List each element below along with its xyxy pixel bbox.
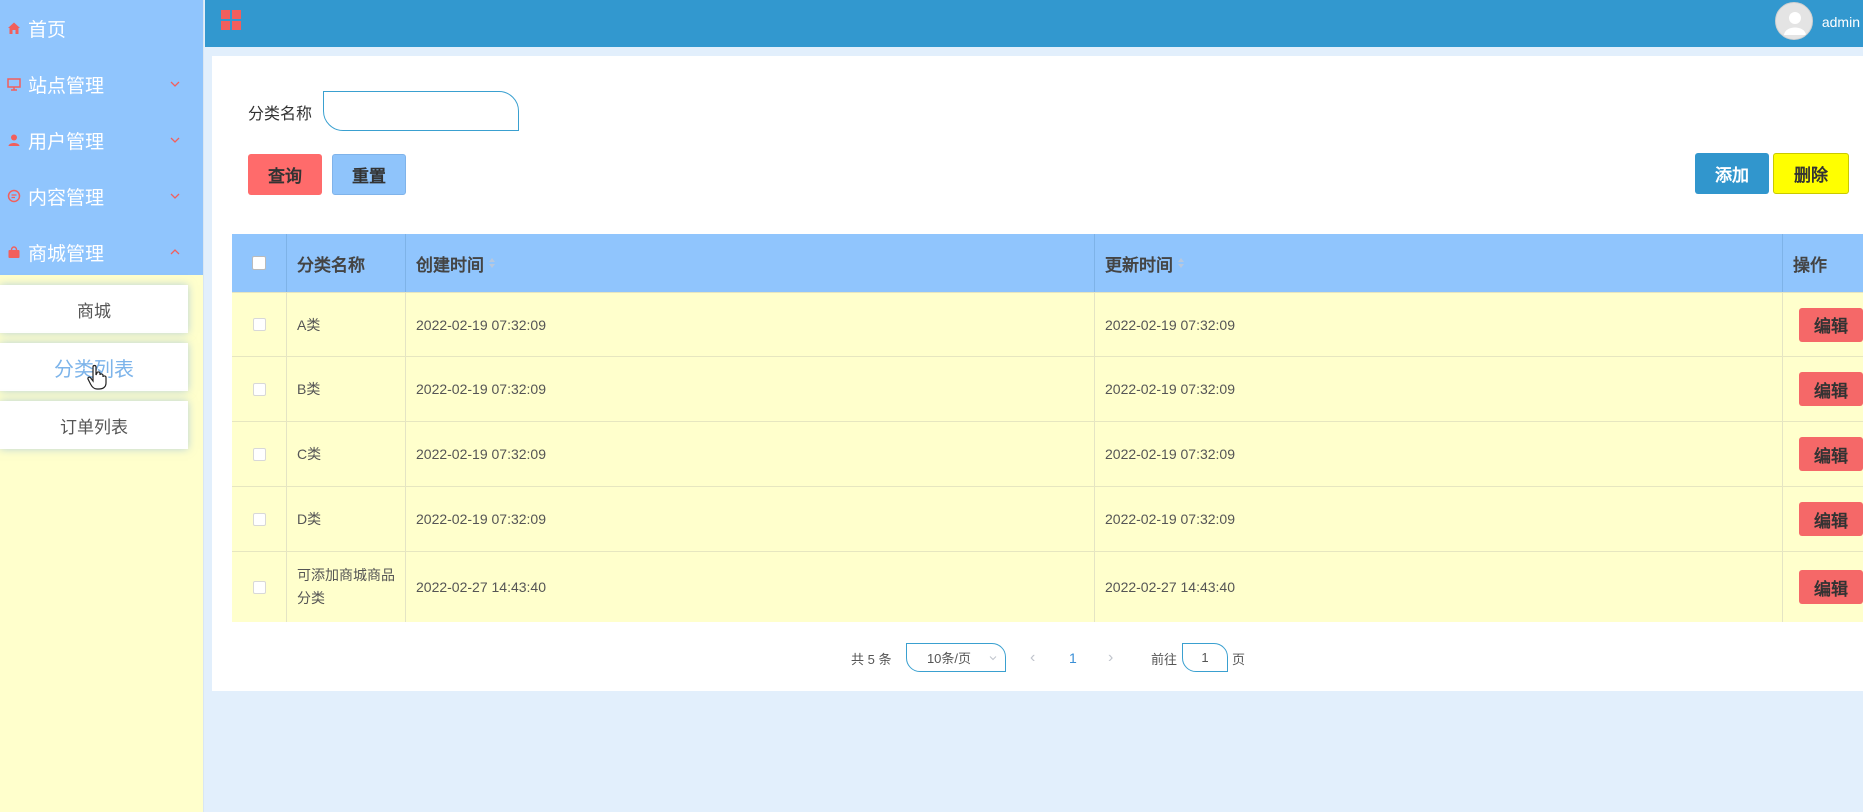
- edit-button[interactable]: 编辑: [1799, 570, 1863, 604]
- row-check-cell: [232, 422, 287, 486]
- select-all-checkbox[interactable]: [252, 256, 266, 270]
- hand-cursor-icon: [87, 364, 107, 390]
- cell-updated: 2022-02-19 07:32:09: [1095, 422, 1783, 486]
- cell-created: 2022-02-19 07:32:09: [406, 357, 1095, 421]
- edit-button[interactable]: 编辑: [1799, 307, 1863, 342]
- table-row: A类 2022-02-19 07:32:09 2022-02-19 07:32:…: [232, 292, 1863, 356]
- goto-page-input[interactable]: 1: [1182, 643, 1228, 672]
- edit-button[interactable]: 编辑: [1799, 502, 1863, 536]
- cell-op: 编辑: [1783, 422, 1863, 486]
- row-checkbox[interactable]: [252, 318, 266, 331]
- row-check-cell: [232, 357, 287, 421]
- table-row: C类 2022-02-19 07:32:09 2022-02-19 07:32:…: [232, 421, 1863, 486]
- goto-label: 前往: [1151, 651, 1178, 667]
- chevron-up-icon: [170, 249, 180, 255]
- user-icon: [6, 132, 22, 148]
- cell-op: 编辑: [1783, 293, 1863, 356]
- row-check-cell: [232, 293, 287, 356]
- sidebar-item-mall[interactable]: 商城管理: [0, 224, 203, 280]
- chevron-down-icon: [170, 193, 180, 199]
- row-checkbox[interactable]: [252, 447, 266, 461]
- edit-button[interactable]: 编辑: [1799, 437, 1863, 471]
- chevron-down-icon: [170, 137, 180, 143]
- page-number[interactable]: 1: [1069, 643, 1077, 673]
- chevron-down-icon: [170, 81, 180, 87]
- cell-updated: 2022-02-19 07:32:09: [1095, 487, 1783, 551]
- table-row: 可添加商城商品分类 2022-02-27 14:43:40 2022-02-27…: [232, 551, 1863, 622]
- column-header-created[interactable]: 创建时间: [406, 234, 1095, 292]
- page-size-value: 10条/页: [926, 651, 972, 666]
- cell-updated: 2022-02-27 14:43:40: [1095, 552, 1783, 622]
- sidebar-item-site[interactable]: 站点管理: [0, 56, 203, 112]
- column-header-label: 创建时间: [416, 255, 484, 275]
- page-suffix: 页: [1232, 651, 1246, 667]
- column-header-name: 分类名称: [287, 234, 406, 292]
- cell-name: D类: [287, 487, 406, 551]
- sort-icon[interactable]: [488, 257, 496, 269]
- bag-icon: [6, 244, 22, 260]
- mall-submenu: 商城 分类列表 订单列表: [0, 275, 203, 449]
- cell-op: 编辑: [1783, 552, 1863, 622]
- cell-created: 2022-02-27 14:43:40: [406, 552, 1095, 622]
- chevron-down-icon: [989, 656, 997, 661]
- reset-button[interactable]: 重置: [332, 154, 406, 195]
- add-button[interactable]: 添加: [1695, 153, 1769, 194]
- cell-name: A类: [287, 293, 406, 356]
- sidebar-item-label: 首页: [28, 19, 67, 41]
- home-icon: [6, 20, 22, 36]
- table-row: B类 2022-02-19 07:32:09 2022-02-19 07:32:…: [232, 356, 1863, 421]
- cell-created: 2022-02-19 07:32:09: [406, 487, 1095, 551]
- top-header: admin: [205, 0, 1863, 47]
- column-header-op: 操作: [1793, 255, 1827, 275]
- column-header-label: 更新时间: [1105, 255, 1173, 275]
- sidebar: 首页 站点管理 用户管理 内容管理 商城管理 商城 订单列表: [0, 0, 204, 812]
- cell-name: B类: [287, 357, 406, 421]
- edit-button[interactable]: 编辑: [1799, 372, 1863, 406]
- row-check-cell: [232, 552, 287, 622]
- table-header: 分类名称 创建时间 更新时间 操作: [232, 234, 1863, 292]
- sidebar-item-home[interactable]: 首页: [0, 0, 203, 56]
- row-checkbox[interactable]: [252, 580, 266, 594]
- row-checkbox[interactable]: [252, 382, 266, 396]
- row-check-cell: [232, 487, 287, 551]
- prev-page-button[interactable]: ‹: [1030, 643, 1035, 673]
- sidebar-item-label: 商城管理: [28, 243, 105, 265]
- cell-created: 2022-02-19 07:32:09: [406, 422, 1095, 486]
- table-row: D类 2022-02-19 07:32:09 2022-02-19 07:32:…: [232, 486, 1863, 551]
- message-icon: [6, 188, 22, 204]
- submenu-item-order-list[interactable]: 订单列表: [0, 401, 188, 449]
- sort-icon[interactable]: [1177, 257, 1185, 269]
- row-checkbox[interactable]: [252, 512, 266, 526]
- submenu-item-mall[interactable]: 商城: [0, 285, 188, 333]
- delete-button[interactable]: 删除: [1773, 153, 1849, 194]
- header-check-cell: [232, 234, 287, 292]
- username[interactable]: admin: [1822, 14, 1860, 30]
- cell-name: C类: [287, 422, 406, 486]
- cell-name: 可添加商城商品分类: [287, 552, 406, 622]
- cell-op: 编辑: [1783, 357, 1863, 421]
- sidebar-item-label: 用户管理: [28, 131, 105, 153]
- query-button[interactable]: 查询: [248, 154, 322, 195]
- sidebar-item-label: 内容管理: [28, 187, 105, 209]
- cell-updated: 2022-02-19 07:32:09: [1095, 357, 1783, 421]
- cell-created: 2022-02-19 07:32:09: [406, 293, 1095, 356]
- next-page-button[interactable]: ›: [1108, 643, 1113, 673]
- category-table: 分类名称 创建时间 更新时间 操作 A类 2022-02-19 07:32:09…: [232, 234, 1863, 622]
- sidebar-item-label: 站点管理: [28, 75, 105, 97]
- menu-grid-icon[interactable]: [220, 9, 242, 31]
- avatar[interactable]: [1775, 2, 1813, 40]
- cell-op: 编辑: [1783, 487, 1863, 551]
- cell-updated: 2022-02-19 07:32:09: [1095, 293, 1783, 356]
- pagination-total: 共 5 条: [851, 651, 892, 667]
- sidebar-item-users[interactable]: 用户管理: [0, 112, 203, 168]
- page-size-select[interactable]: 10条/页: [906, 643, 1006, 672]
- column-header-updated[interactable]: 更新时间: [1095, 234, 1783, 292]
- header-divider: [205, 47, 1863, 55]
- sidebar-item-content[interactable]: 内容管理: [0, 168, 203, 224]
- category-name-input[interactable]: [323, 91, 519, 131]
- monitor-icon: [6, 76, 22, 92]
- sidebar-menu: 首页 站点管理 用户管理 内容管理 商城管理: [0, 0, 203, 275]
- content-panel: 分类名称 查询 重置 添加 删除 分类名称 创建时间 更新时间 操作 A类 20…: [212, 56, 1863, 691]
- search-label: 分类名称: [248, 106, 313, 123]
